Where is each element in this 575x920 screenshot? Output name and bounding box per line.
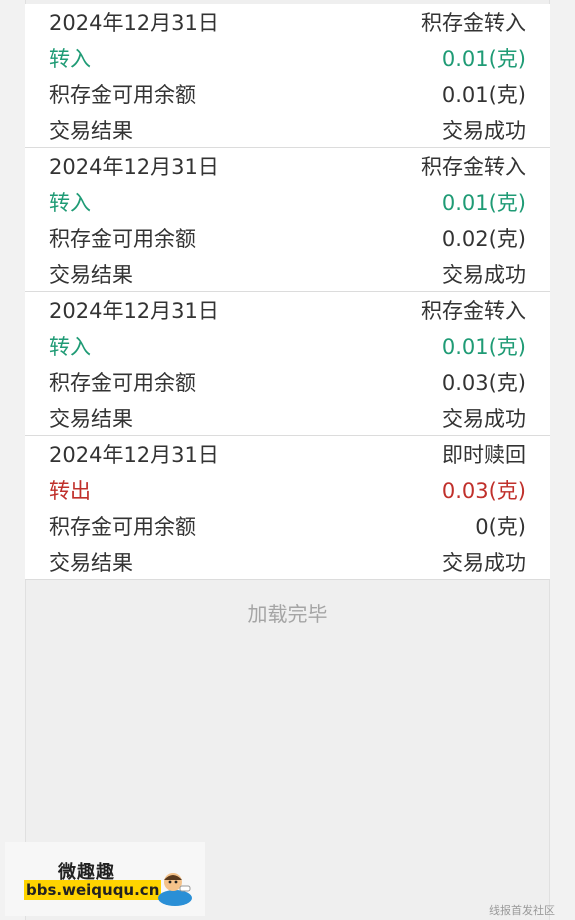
record-direction: 转入 bbox=[49, 335, 91, 359]
balance-label: 积存金可用余额 bbox=[49, 227, 196, 251]
balance-value: 0.02(克) bbox=[441, 227, 526, 251]
result-value: 交易成功 bbox=[442, 551, 526, 575]
balance-label: 积存金可用余额 bbox=[49, 515, 196, 539]
result-label: 交易结果 bbox=[49, 263, 133, 287]
record-balance-row: 积存金可用余额 0(克) bbox=[25, 508, 550, 544]
record-date: 2024年12月31日 bbox=[49, 11, 219, 35]
record-date: 2024年12月31日 bbox=[49, 299, 219, 323]
transaction-record[interactable]: 2024年12月31日 积存金转入 转入 0.01(克) 积存金可用余额 0.0… bbox=[25, 292, 550, 436]
record-amount: 0.01(克) bbox=[441, 191, 526, 215]
record-result-row: 交易结果 交易成功 bbox=[25, 400, 550, 436]
record-direction: 转入 bbox=[49, 191, 91, 215]
record-header: 2024年12月31日 即时赎回 bbox=[25, 436, 550, 472]
record-result-row: 交易结果 交易成功 bbox=[25, 256, 550, 292]
watermark-url: bbs.weiququ.cn bbox=[24, 880, 162, 900]
balance-value: 0.03(克) bbox=[441, 371, 526, 395]
record-type: 即时赎回 bbox=[442, 443, 526, 467]
transaction-record[interactable]: 2024年12月31日 积存金转入 转入 0.01(克) 积存金可用余额 0.0… bbox=[25, 4, 550, 148]
record-balance-row: 积存金可用余额 0.01(克) bbox=[25, 76, 550, 112]
balance-value: 0(克) bbox=[475, 515, 526, 539]
record-type: 积存金转入 bbox=[421, 11, 526, 35]
transaction-record[interactable]: 2024年12月31日 即时赎回 转出 0.03(克) 积存金可用余额 0(克)… bbox=[25, 436, 550, 580]
record-balance-row: 积存金可用余额 0.03(克) bbox=[25, 364, 550, 400]
record-balance-row: 积存金可用余额 0.02(克) bbox=[25, 220, 550, 256]
record-result-row: 交易结果 交易成功 bbox=[25, 544, 550, 580]
record-type: 积存金转入 bbox=[421, 155, 526, 179]
transaction-record[interactable]: 2024年12月31日 积存金转入 转入 0.01(克) 积存金可用余额 0.0… bbox=[25, 148, 550, 292]
record-amount: 0.01(克) bbox=[441, 47, 526, 71]
balance-value: 0.01(克) bbox=[441, 83, 526, 107]
record-date: 2024年12月31日 bbox=[49, 443, 219, 467]
record-amount-row: 转入 0.01(克) bbox=[25, 184, 550, 220]
result-value: 交易成功 bbox=[442, 263, 526, 287]
record-result-row: 交易结果 交易成功 bbox=[25, 112, 550, 148]
record-direction: 转入 bbox=[49, 47, 91, 71]
record-header: 2024年12月31日 积存金转入 bbox=[25, 4, 550, 40]
record-amount: 0.01(克) bbox=[441, 335, 526, 359]
record-date: 2024年12月31日 bbox=[49, 155, 219, 179]
record-amount-row: 转入 0.01(克) bbox=[25, 328, 550, 364]
record-header: 2024年12月31日 积存金转入 bbox=[25, 292, 550, 328]
record-type: 积存金转入 bbox=[421, 299, 526, 323]
watermark-corner-text: 线报首发社区 bbox=[489, 904, 555, 917]
load-complete-text: 加载完毕 bbox=[247, 601, 328, 626]
result-label: 交易结果 bbox=[49, 407, 133, 431]
result-label: 交易结果 bbox=[49, 551, 133, 575]
result-value: 交易成功 bbox=[442, 119, 526, 143]
watermark-mascot-icon bbox=[158, 873, 192, 906]
record-amount-row: 转入 0.01(克) bbox=[25, 40, 550, 76]
balance-label: 积存金可用余额 bbox=[49, 83, 196, 107]
record-direction: 转出 bbox=[49, 479, 91, 503]
result-value: 交易成功 bbox=[442, 407, 526, 431]
record-amount-row: 转出 0.03(克) bbox=[25, 472, 550, 508]
balance-label: 积存金可用余额 bbox=[49, 371, 196, 395]
record-amount: 0.03(克) bbox=[441, 479, 526, 503]
record-header: 2024年12月31日 积存金转入 bbox=[25, 148, 550, 184]
result-label: 交易结果 bbox=[49, 119, 133, 143]
